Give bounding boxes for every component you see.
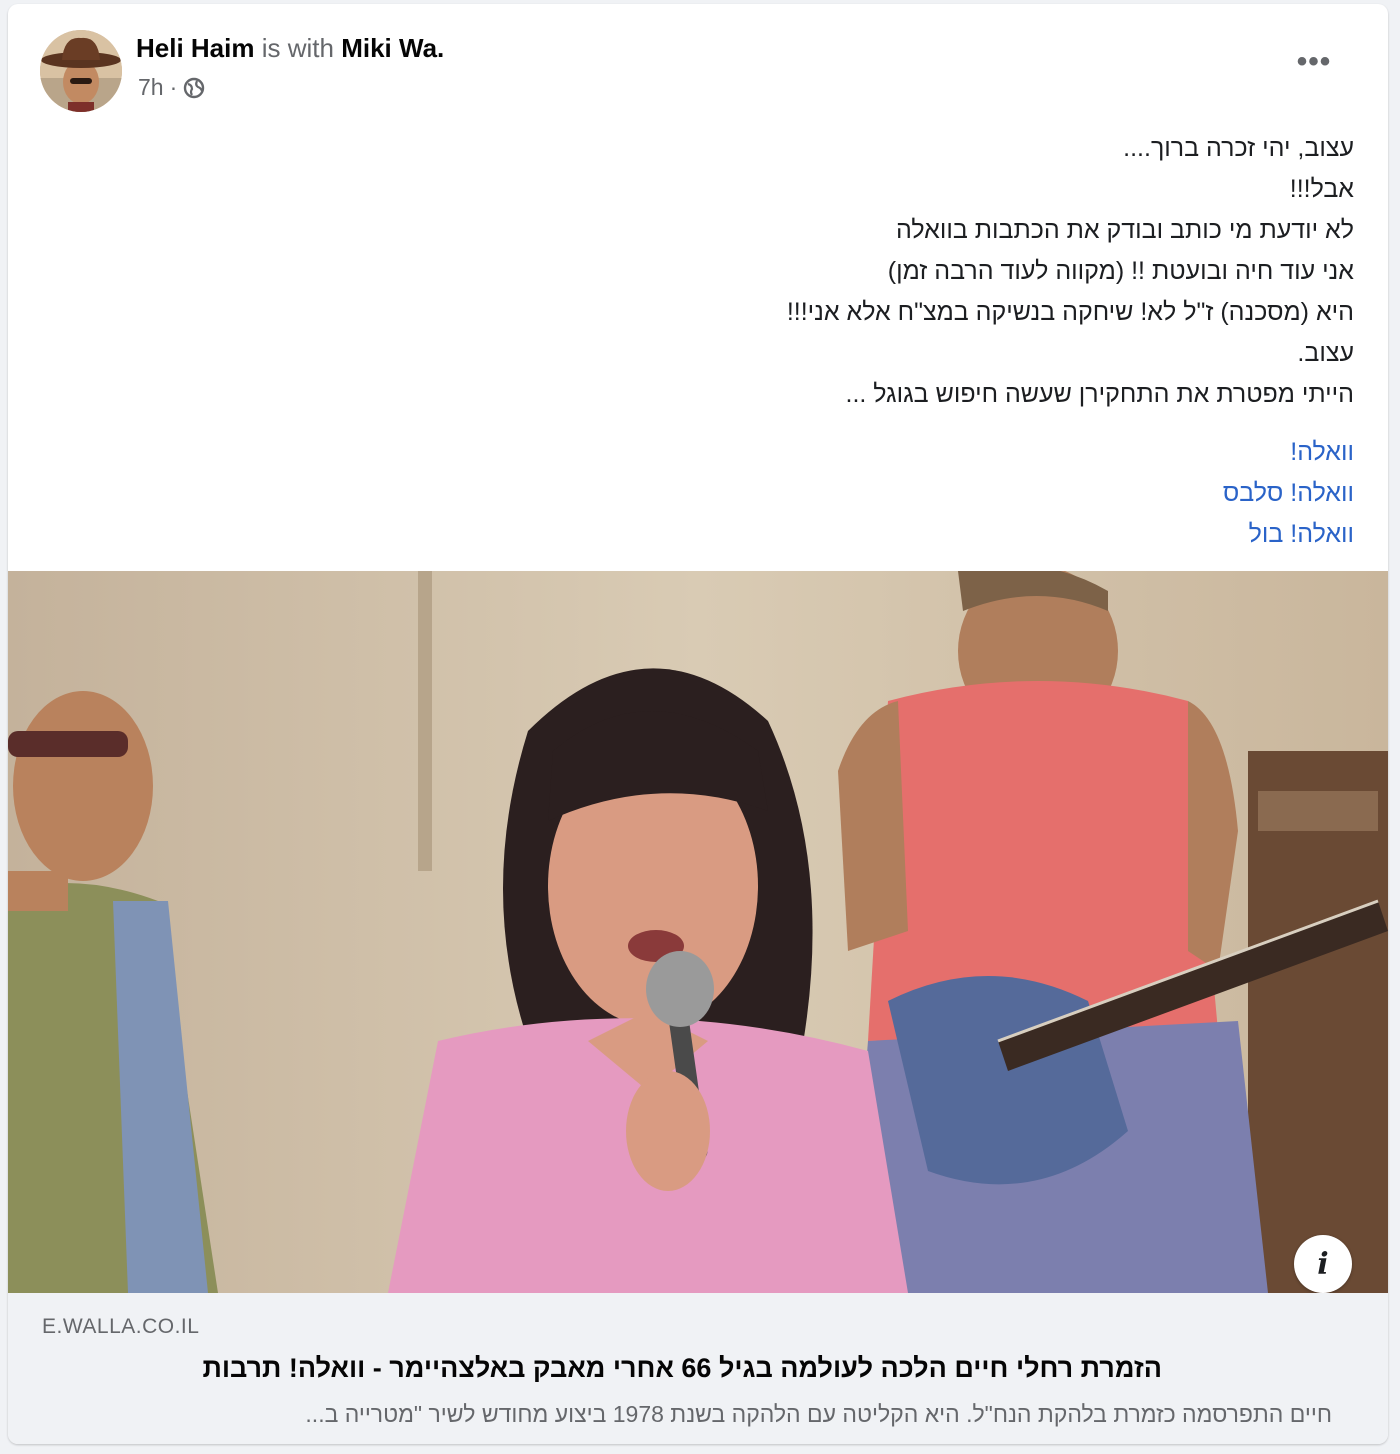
- hashtag-link[interactable]: וואלה!: [754, 432, 1354, 473]
- more-options-button[interactable]: •••: [1286, 40, 1342, 84]
- link-domain: E.WALLA.CO.IL: [42, 1315, 200, 1338]
- meta-separator: ·: [169, 74, 178, 100]
- globe-icon[interactable]: [183, 77, 205, 99]
- post-header: Heli Haim is with Miki Wa. 7h · •••: [8, 4, 1388, 114]
- tagged-user[interactable]: Miki Wa.: [341, 33, 444, 63]
- info-icon: i: [1317, 1246, 1329, 1282]
- hashtag-list: וואלה! וואלה! סלבס וואלה! בול: [754, 432, 1354, 555]
- avatar[interactable]: [40, 30, 122, 112]
- post-text-line: עצוב, יהי זכרה ברוך....: [1123, 134, 1354, 162]
- post-text: עצוב, יהי זכרה ברוך.... אבל!!! לא יודעת …: [154, 128, 1354, 415]
- link-description: חיים התפרסמה כזמרת בלהקת הנח"ל. היא הקלי…: [305, 1401, 1332, 1427]
- hashtag-link[interactable]: וואלה! בול: [754, 514, 1354, 555]
- post-card: Heli Haim is with Miki Wa. 7h · ••• עצוב…: [8, 4, 1388, 1444]
- post-text-line: אני עוד חיה ובועטת !! (מקווה לעוד הרבה ז…: [887, 257, 1354, 285]
- post-meta: 7h ·: [138, 74, 205, 101]
- more-horizontal-icon: •••: [1296, 45, 1332, 78]
- post-text-line: עצוב.: [1297, 339, 1354, 367]
- hashtag-link[interactable]: וואלה! סלבס: [754, 473, 1354, 514]
- with-text: is with: [261, 33, 334, 63]
- author-name[interactable]: Heli Haim: [136, 33, 255, 63]
- post-image[interactable]: i: [8, 571, 1388, 1293]
- video-still-image: [8, 571, 1388, 1293]
- link-preview[interactable]: E.WALLA.CO.IL הזמרת רחלי חיים הלכה לעולמ…: [8, 1293, 1388, 1444]
- post-text-line: אבל!!!: [1289, 175, 1354, 203]
- link-title[interactable]: הזמרת רחלי חיים הלכה לעולמה בגיל 66 אחרי…: [42, 1353, 1162, 1384]
- post-text-line: לא יודעת מי כותב ובודק את הכתבות בוואלה: [896, 216, 1354, 244]
- info-button[interactable]: i: [1294, 1235, 1352, 1293]
- author-line: Heli Haim is with Miki Wa.: [136, 32, 444, 64]
- post-text-line: היא (מסכנה) ז"ל לא! שיחקה בנשיקה במצ"ח א…: [786, 298, 1354, 326]
- post-timestamp[interactable]: 7h: [138, 74, 164, 101]
- avatar-image: [40, 30, 122, 112]
- post-text-line: הייתי מפטרת את התחקירן שעשה חיפוש בגוגל …: [845, 380, 1354, 408]
